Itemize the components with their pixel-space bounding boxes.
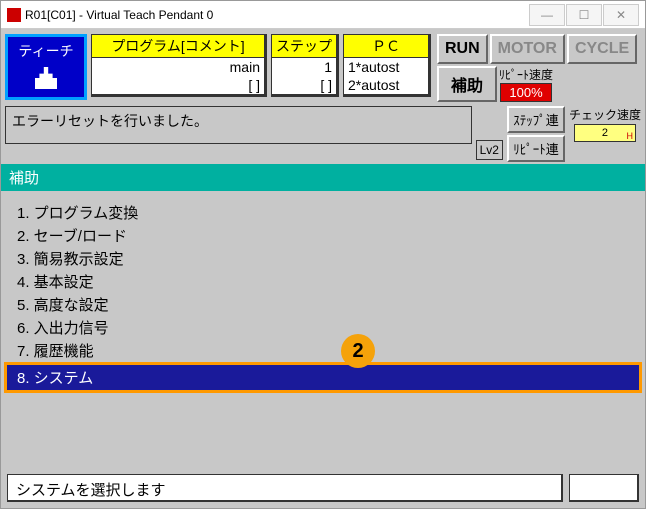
program-box: プログラム[コメント] main [ ] [91, 34, 267, 97]
annotation-callout: 2 [341, 334, 375, 368]
step-value: 1 [272, 58, 336, 76]
aux-menu-list: 1. プログラム変換2. セーブ/ロード3. 簡易教示設定4. 基本設定5. 高… [7, 201, 639, 393]
teach-label: ティーチ [18, 41, 73, 61]
step-box: ステップ 1 [ ] [271, 34, 339, 97]
hand-icon [35, 67, 57, 89]
window-title: R01[C01] - Virtual Teach Pendant 0 [25, 8, 213, 22]
maximize-button[interactable]: ☐ [566, 4, 602, 26]
pc-box: ＰＣ 1*autost 2*autost [343, 34, 431, 97]
level-button[interactable]: Lv2 [476, 140, 503, 160]
message-text: エラーリセットを行いました。 [12, 111, 208, 131]
app-window: R01[C01] - Virtual Teach Pendant 0 — ☐ ✕… [0, 0, 646, 509]
check-speed-label: チェック速度 [569, 106, 641, 123]
step-extra: [ ] [272, 76, 336, 94]
check-speed-field[interactable]: 2 [574, 124, 636, 142]
menu-item-7[interactable]: 7. 履歴機能 [7, 339, 639, 362]
pc-row2: 2*autost [344, 76, 428, 94]
input-field[interactable] [569, 474, 639, 502]
repeat-speed-label: ﾘﾋﾟｰﾄ速度 [499, 66, 553, 83]
app-icon [7, 8, 21, 22]
menu-item-1[interactable]: 1. プログラム変換 [7, 201, 639, 224]
menu-item-8[interactable]: 8. システム [4, 362, 642, 393]
program-comment: [ ] [92, 76, 264, 94]
status-text: システムを選択します [7, 474, 563, 502]
titlebar: R01[C01] - Virtual Teach Pendant 0 — ☐ ✕ [1, 1, 645, 29]
menu-area: 1. プログラム変換2. セーブ/ロード3. 簡易教示設定4. 基本設定5. 高… [1, 191, 645, 468]
bottom-bar: システムを選択します [1, 468, 645, 508]
cycle-button[interactable]: CYCLE [567, 34, 637, 64]
program-header: プログラム[コメント] [92, 35, 264, 58]
message-box: エラーリセットを行いました。 [5, 106, 472, 144]
message-row: エラーリセットを行いました。 Lv2 ｽﾃｯﾌﾟ連 ﾘﾋﾟｰﾄ連 チェック速度 … [1, 106, 645, 164]
aux-button[interactable]: 補助 [437, 66, 497, 102]
section-header: 補助 [1, 164, 645, 191]
program-name: main [92, 58, 264, 76]
repeat-speed-value[interactable]: 100% [500, 83, 551, 102]
menu-item-5[interactable]: 5. 高度な設定 [7, 293, 639, 316]
teach-mode-button[interactable]: ティーチ [5, 34, 87, 100]
motor-button[interactable]: MOTOR [490, 34, 565, 64]
menu-item-4[interactable]: 4. 基本設定 [7, 270, 639, 293]
step-header: ステップ [272, 35, 336, 58]
close-button[interactable]: ✕ [603, 4, 639, 26]
menu-item-6[interactable]: 6. 入出力信号 [7, 316, 639, 339]
menu-item-3[interactable]: 3. 簡易教示設定 [7, 247, 639, 270]
repeat-continuous-button[interactable]: ﾘﾋﾟｰﾄ連 [507, 135, 565, 162]
run-button[interactable]: RUN [437, 34, 488, 64]
step-continuous-button[interactable]: ｽﾃｯﾌﾟ連 [507, 106, 565, 133]
pc-row1: 1*autost [344, 58, 428, 76]
minimize-button[interactable]: — [529, 4, 565, 26]
menu-item-2[interactable]: 2. セーブ/ロード [7, 224, 639, 247]
top-toolbar: ティーチ プログラム[コメント] main [ ] ステップ 1 [ ] ＰＣ … [1, 29, 645, 106]
pc-header: ＰＣ [344, 35, 428, 58]
